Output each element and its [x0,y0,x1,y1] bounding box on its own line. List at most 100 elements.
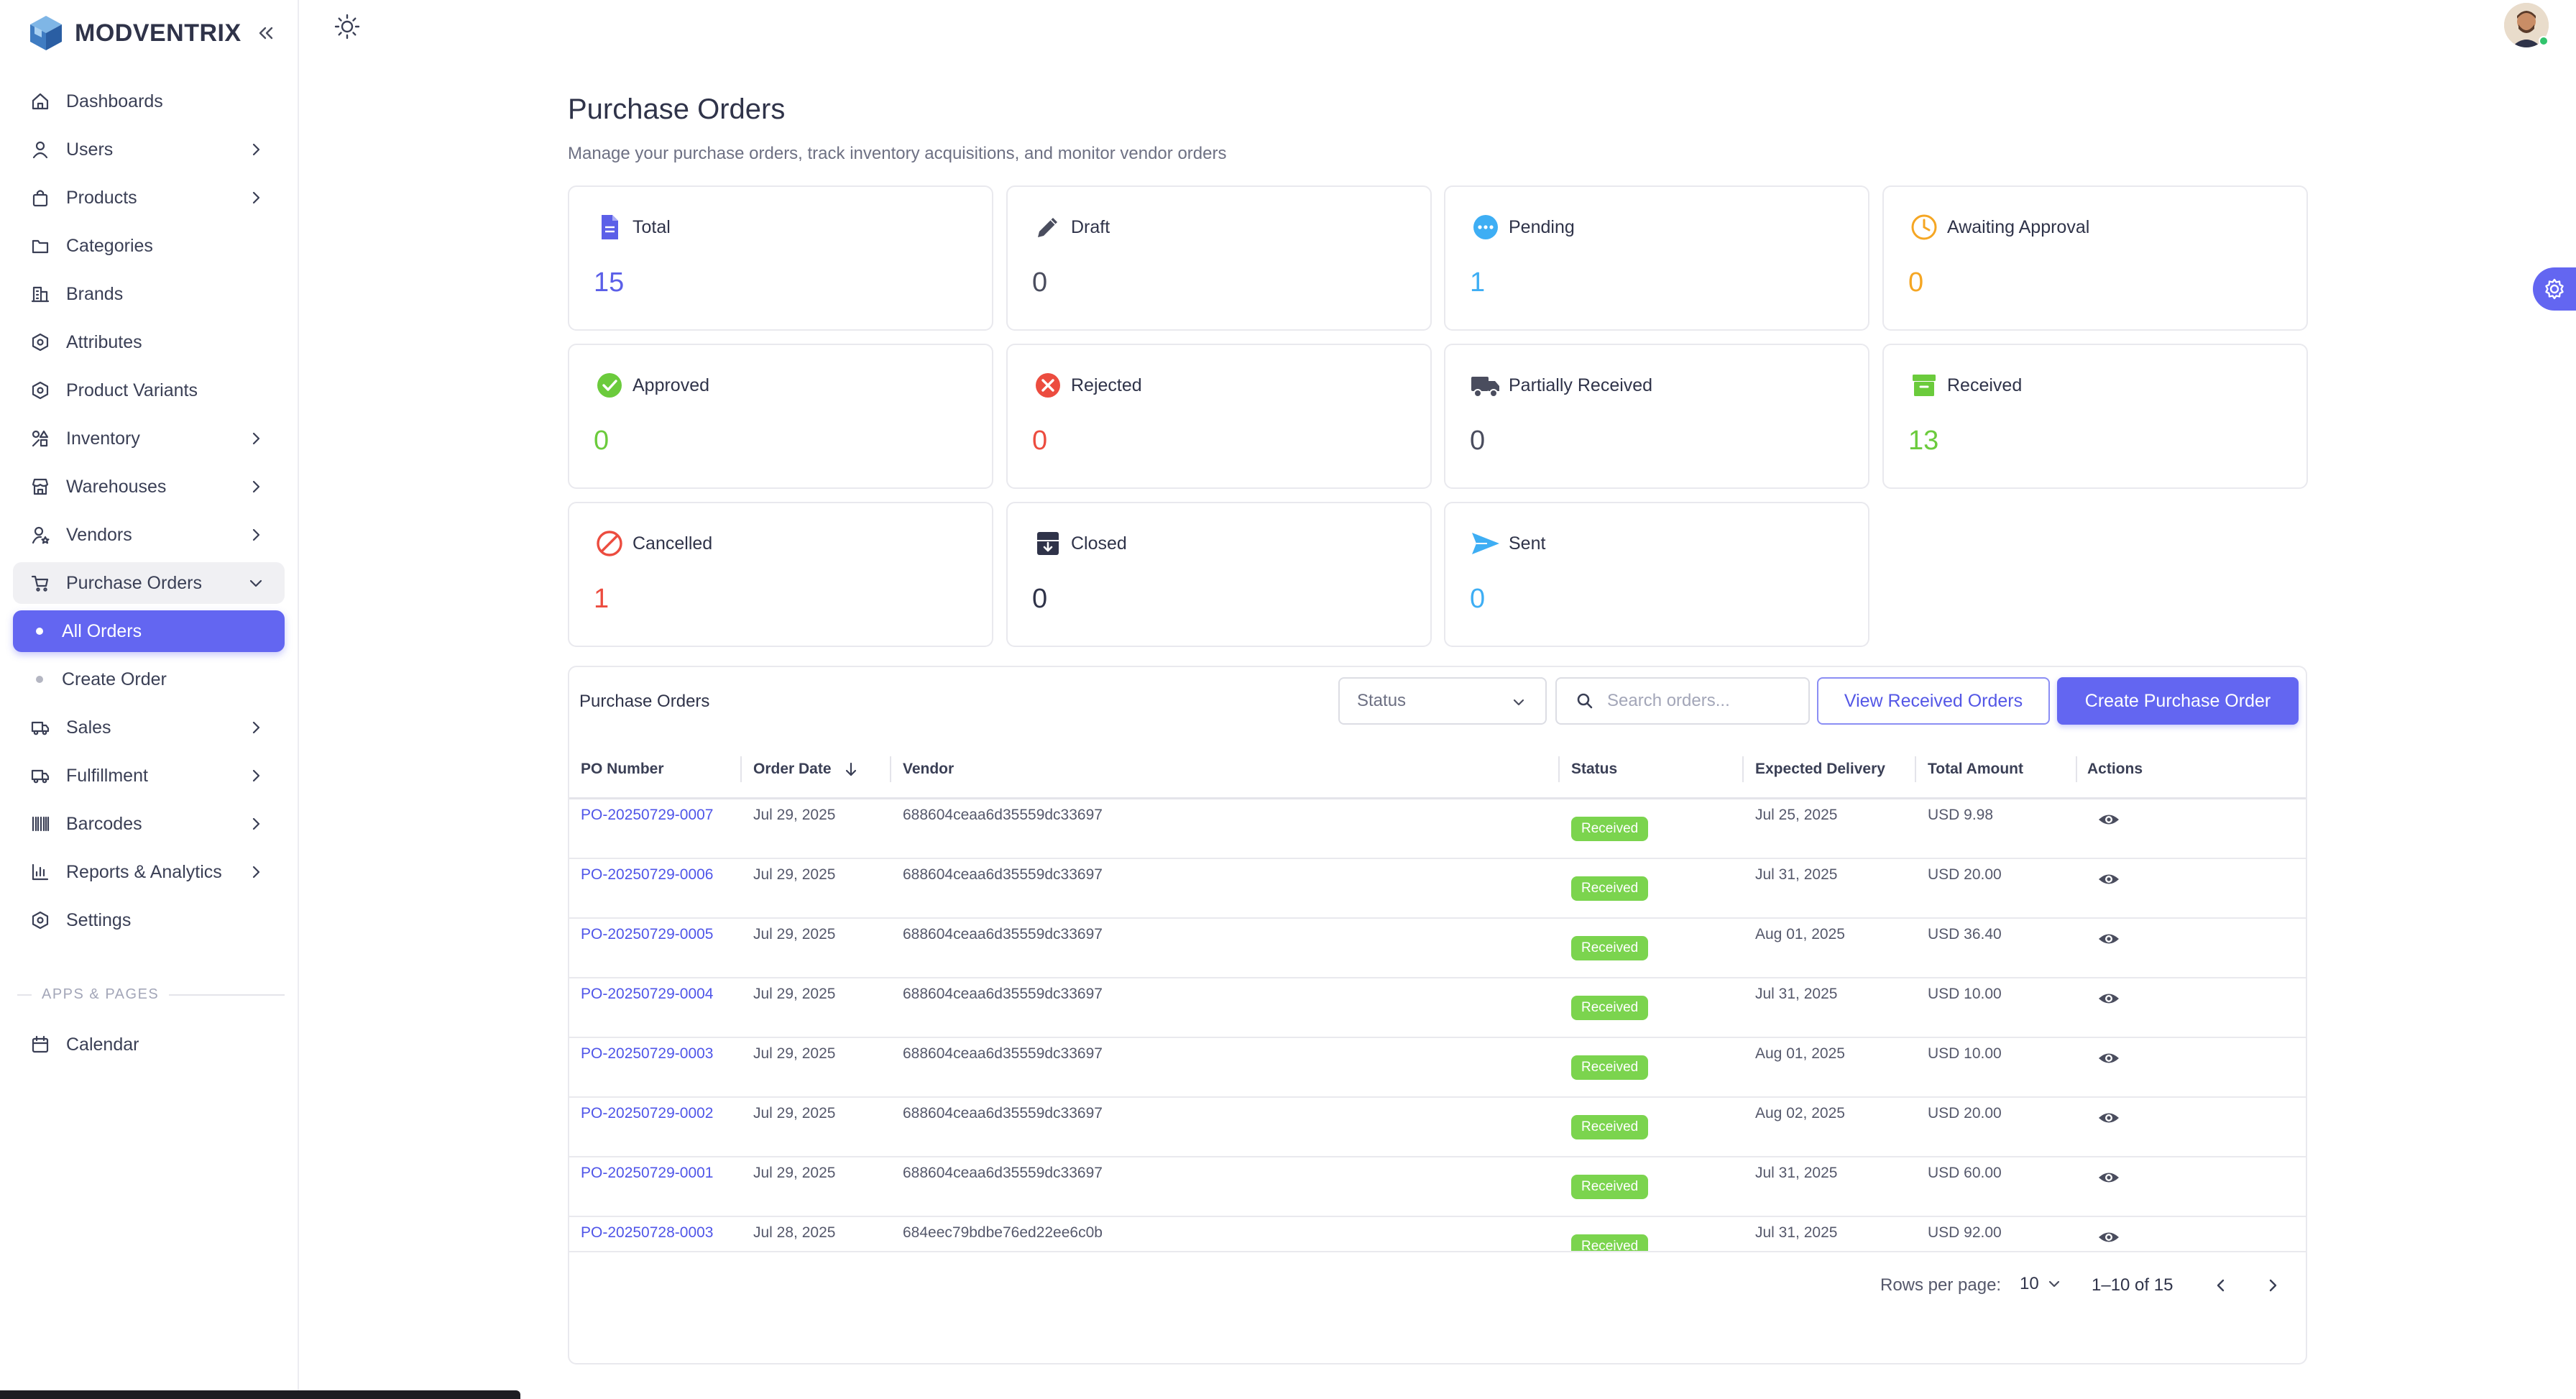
search-input[interactable] [1607,691,1794,711]
table-body: PO-20250729-0007 Jul 29, 2025 688604ceaa… [569,799,2306,1251]
column-header-total-amount[interactable]: Total Amount [1928,739,2023,799]
po-number-link[interactable]: PO-20250729-0006 [581,866,713,884]
table-row[interactable]: PO-20250729-0001 Jul 29, 2025 688604ceaa… [569,1157,2306,1217]
home-icon [29,90,52,113]
stat-label: Sent [1509,533,1546,554]
chevron-right-icon[interactable] [2261,1274,2284,1297]
shopping-bag-icon [29,186,52,209]
status-badge: Received [1571,817,1649,841]
sidebar-item-barcodes[interactable]: Barcodes [13,803,285,845]
clock-icon [1908,211,1940,243]
stat-card-partially-received[interactable]: Partially Received 0 [1444,344,1869,489]
sidebar-item-label: Products [66,187,137,208]
expected-delivery-cell: Jul 25, 2025 [1755,807,1838,823]
eye-view-icon[interactable] [2097,987,2120,1010]
chart-icon [29,861,52,884]
view-received-orders-button[interactable]: View Received Orders [1817,677,2050,725]
sidebar-item-vendors[interactable]: Vendors [13,514,285,556]
column-header-expected-delivery[interactable]: Expected Delivery [1755,739,1885,799]
vendor-cell: 688604ceaa6d35559dc33697 [903,866,1103,883]
table-row[interactable]: PO-20250728-0003 Jul 28, 2025 684eec79bd… [569,1217,2306,1251]
table-row[interactable]: PO-20250729-0006 Jul 29, 2025 688604ceaa… [569,859,2306,919]
status-filter-select[interactable]: Status [1338,677,1547,725]
eye-view-icon[interactable] [2097,1166,2120,1189]
sidebar-item-warehouses[interactable]: Warehouses [13,466,285,508]
sidebar-item-product-variants[interactable]: Product Variants [13,370,285,411]
sidebar-item-sales[interactable]: Sales [13,707,285,748]
stat-value: 0 [1470,584,1486,614]
eye-view-icon[interactable] [2097,1106,2120,1129]
stat-card-total[interactable]: Total 15 [568,185,993,331]
column-header-order-date[interactable]: Order Date [753,739,860,799]
sidebar-item-create-order[interactable]: Create Order [13,659,285,700]
stat-card-sent[interactable]: Sent 0 [1444,502,1869,647]
eye-view-icon[interactable] [2097,1226,2120,1249]
po-number-link[interactable]: PO-20250729-0002 [581,1105,713,1122]
po-number-link[interactable]: PO-20250729-0003 [581,1045,713,1063]
sun-icon [334,14,360,40]
sidebar-item-brands[interactable]: Brands [13,273,285,315]
sidebar-item-label: Sales [66,717,111,738]
sidebar-item-products[interactable]: Products [13,177,285,219]
eye-view-icon[interactable] [2097,927,2120,950]
more-dots-icon [1470,211,1501,243]
store-icon [29,475,52,498]
sidebar-item-calendar[interactable]: Calendar [13,1024,285,1065]
expected-delivery-cell: Aug 01, 2025 [1755,926,1845,942]
search-orders-field[interactable] [1555,677,1810,725]
sidebar-item-categories[interactable]: Categories [13,225,285,267]
chevron-right-icon [252,528,260,541]
sidebar-item-settings[interactable]: Settings [13,899,285,941]
bottom-scrollbar[interactable] [0,1390,520,1399]
stat-card-pending[interactable]: Pending 1 [1444,185,1869,331]
column-header-vendor[interactable]: Vendor [903,739,954,799]
stat-card-rejected[interactable]: Rejected 0 [1006,344,1432,489]
chevron-left-icon[interactable] [2209,1274,2232,1297]
sidebar-item-purchase-orders[interactable]: Purchase Orders [13,562,285,604]
sidebar-item-users[interactable]: Users [13,129,285,170]
eye-view-icon[interactable] [2097,1047,2120,1070]
stat-card-awaiting-approval[interactable]: Awaiting Approval 0 [1882,185,2308,331]
po-number-link[interactable]: PO-20250729-0001 [581,1165,713,1182]
expected-delivery-cell: Jul 31, 2025 [1755,986,1838,1002]
total-amount-cell: USD 9.98 [1928,807,1994,823]
table-row[interactable]: PO-20250729-0004 Jul 29, 2025 688604ceaa… [569,978,2306,1038]
po-number-link[interactable]: PO-20250729-0007 [581,807,713,824]
table-row[interactable]: PO-20250729-0007 Jul 29, 2025 688604ceaa… [569,799,2306,859]
chevron-right-icon [252,191,260,204]
column-header-status[interactable]: Status [1571,739,1617,799]
theme-toggle-button[interactable] [332,12,362,42]
rows-per-page-value: 10 [2020,1274,2039,1293]
create-purchase-order-button[interactable]: Create Purchase Order [2057,677,2299,725]
column-header-po-number[interactable]: PO Number [581,739,664,799]
table-row[interactable]: PO-20250729-0003 Jul 29, 2025 688604ceaa… [569,1038,2306,1098]
sidebar-item-attributes[interactable]: Attributes [13,321,285,363]
stat-card-received[interactable]: Received 13 [1882,344,2308,489]
customizer-settings-button[interactable] [2533,267,2576,311]
table-row[interactable]: PO-20250729-0005 Jul 29, 2025 688604ceaa… [569,919,2306,978]
stat-card-closed[interactable]: Closed 0 [1006,502,1432,647]
collapse-sidebar-button[interactable] [253,20,279,46]
eye-view-icon[interactable] [2097,868,2120,891]
status-badge: Received [1571,1115,1649,1139]
truck-icon [1470,370,1501,401]
po-number-link[interactable]: PO-20250728-0003 [581,1224,713,1242]
vendor-cell: 688604ceaa6d35559dc33697 [903,1105,1103,1122]
stat-card-draft[interactable]: Draft 0 [1006,185,1432,331]
table-row[interactable]: PO-20250729-0002 Jul 29, 2025 688604ceaa… [569,1098,2306,1157]
po-number-link[interactable]: PO-20250729-0004 [581,986,713,1003]
sidebar-item-reports-and-analytics[interactable]: Reports & Analytics [13,851,285,893]
sidebar-item-dashboards[interactable]: Dashboards [13,81,285,122]
stat-card-cancelled[interactable]: Cancelled 1 [568,502,993,647]
brand[interactable]: MODVENTRIX [26,12,242,55]
sidebar-item-inventory[interactable]: Inventory [13,418,285,459]
sidebar-item-fulfillment[interactable]: Fulfillment [13,755,285,797]
po-number-link[interactable]: PO-20250729-0005 [581,926,713,943]
stat-card-approved[interactable]: Approved 0 [568,344,993,489]
eye-view-icon[interactable] [2097,808,2120,831]
sidebar-item-all-orders[interactable]: All Orders [13,610,285,652]
sidebar-nav: Dashboards Users Products Categories Brands A… [13,81,285,948]
rows-per-page-select[interactable]: 10 [2020,1274,2062,1294]
document-icon [594,211,625,243]
chevron-down-icon [249,579,262,587]
